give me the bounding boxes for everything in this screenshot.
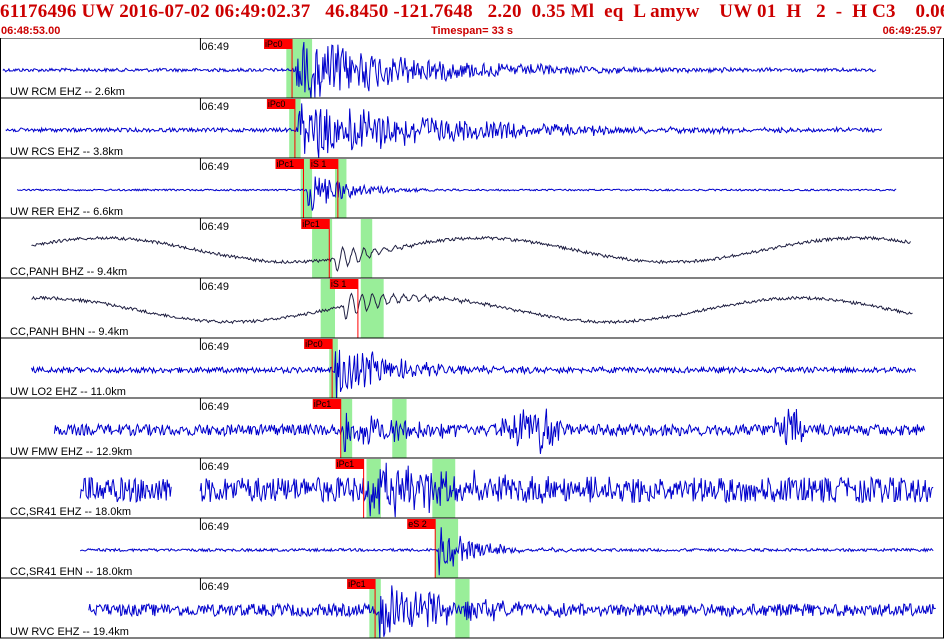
- phase-window: [360, 279, 384, 338]
- pick-label: iS 1: [311, 159, 327, 169]
- minute-tick-label: 06:49: [201, 521, 229, 533]
- pick-label: iPc0: [305, 339, 323, 349]
- waveform-trace: [31, 292, 913, 325]
- trace-panel: 06:49 iPc1 CC,PANH BHZ -- 9.4km: [0, 217, 944, 278]
- station-label: UW LO2 EHZ -- 11.0km: [10, 386, 126, 398]
- pick-label: iPc1: [277, 159, 295, 169]
- station-label: UW RER EHZ -- 6.6km: [10, 206, 123, 218]
- station-label: CC,SR41 EHZ -- 18.0km: [10, 506, 131, 518]
- trace-panel: 06:49 iPc0 UW RCM EHZ -- 2.6km: [0, 38, 944, 99]
- phase-window: [360, 219, 373, 278]
- minute-tick-label: 06:49: [201, 401, 229, 413]
- timespan-label: Timespan= 33 s: [430, 25, 514, 37]
- event-summary-header: 61176496 UW 2016-07-02 06:49:02.37 46.84…: [0, 1, 944, 22]
- waveform-trace: [31, 235, 911, 272]
- waveform-trace: [2, 41, 877, 99]
- trace-panel: 06:49 iS 1 CC,PANH BHN -- 9.4km: [0, 277, 944, 338]
- pick-label: iPc1: [302, 219, 320, 229]
- waveform-trace: [31, 349, 916, 399]
- trace-panel: 06:49 iPc1 CC,SR41 EHZ -- 18.0km: [0, 457, 944, 518]
- trace-panel: 06:49 iPc0 UW RCS EHZ -- 3.8km: [0, 97, 944, 159]
- station-label: UW RCS EHZ -- 3.8km: [10, 146, 123, 158]
- pick-label: iPc1: [337, 459, 355, 469]
- pick-label: eS 2: [408, 519, 427, 529]
- waveform-trace: [79, 527, 934, 576]
- station-label: UW FMW EHZ -- 12.9km: [10, 446, 132, 458]
- seismogram-panel[interactable]: 06:49 iPc0 UW RCM EHZ -- 2.6km 06:49 iPc0 UW …: [0, 38, 944, 640]
- end-time: 06:49:25.97: [882, 25, 942, 37]
- minute-tick-label: 06:49: [201, 281, 229, 293]
- station-label: UW RVC EHZ -- 19.4km: [10, 626, 129, 638]
- station-label: CC,PANH BHZ -- 9.4km: [10, 266, 127, 278]
- trace-panel: 06:49 iPc0 UW LO2 EHZ -- 11.0km: [0, 337, 944, 399]
- minute-tick-label: 06:49: [201, 161, 229, 173]
- waveform-trace: [53, 408, 925, 454]
- minute-tick-label: 06:49: [201, 461, 229, 473]
- trace-panel: 06:49 eS 2 CC,SR41 EHN -- 18.0km: [0, 517, 944, 578]
- minute-tick-label: 06:49: [201, 41, 229, 53]
- pick-label: iS 1: [331, 279, 347, 289]
- pick-label: iPc1: [314, 399, 332, 409]
- trace-panel: 06:49 iPc1 iS 1 UW RER EHZ -- 6.6km: [0, 157, 944, 218]
- pick-label: iPc1: [348, 579, 366, 589]
- waveform-trace: [88, 585, 936, 639]
- waveform-trace: [16, 176, 897, 211]
- trace-panel: 06:49 iPc1 UW FMW EHZ -- 12.9km: [0, 397, 944, 458]
- pick-label: iPc0: [265, 39, 283, 49]
- station-label: UW RCM EHZ -- 2.6km: [10, 86, 125, 98]
- minute-tick-label: 06:49: [201, 101, 229, 113]
- minute-tick-label: 06:49: [201, 341, 229, 353]
- pick-label: iPc0: [268, 99, 286, 109]
- station-label: CC,SR41 EHN -- 18.0km: [10, 566, 132, 578]
- minute-tick-label: 06:49: [201, 221, 229, 233]
- minute-tick-label: 06:49: [201, 581, 229, 593]
- station-label: CC,PANH BHN -- 9.4km: [10, 326, 128, 338]
- waveform-trace: [5, 103, 883, 159]
- trace-panel: 06:49 iPc1 UW RVC EHZ -- 19.4km: [0, 577, 944, 639]
